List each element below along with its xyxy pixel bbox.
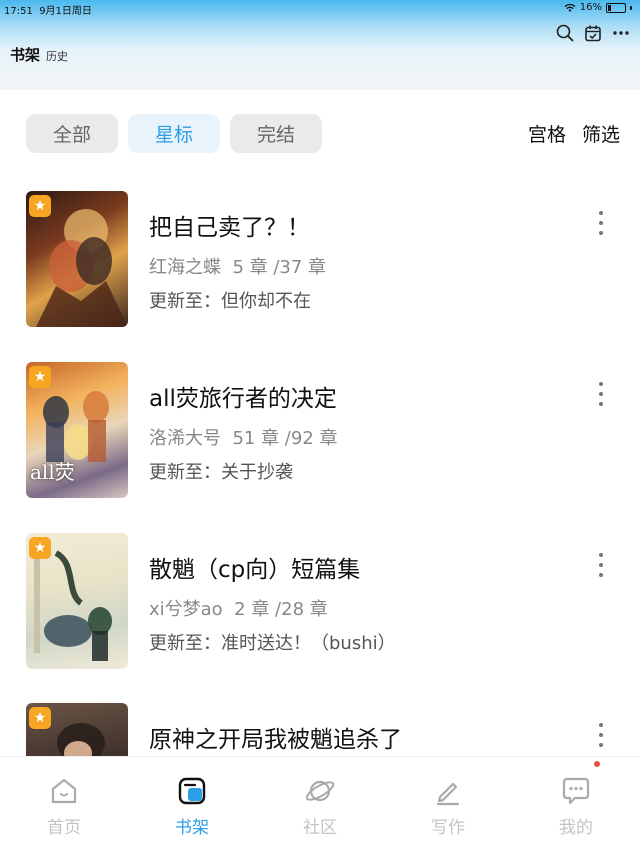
tab-finished[interactable]: 完结 [230,114,322,153]
cover-title-text: all荧 [30,460,75,484]
page-title[interactable]: 书架 [10,44,40,65]
nav-write-label: 写作 [431,818,465,838]
book-cover[interactable]: ★ [26,533,128,669]
nav-home[interactable]: 首页 [0,757,128,853]
update-chapter: 关于抄袭 [221,462,293,483]
more-vertical-icon[interactable] [596,382,606,406]
book-update: 更新至：但你却不在 [149,287,311,313]
status-clock: 17:51 [4,6,33,17]
update-chapter: 准时送达！（bushi） [221,633,396,654]
status-bar: 17:51 9月1日周日 16% [0,0,640,17]
chat-icon [562,777,590,805]
list-item[interactable]: all荧 ★ all荧旅行者的决定 洛浠大号 51 章 /92 章 更新至：关于… [0,362,640,502]
book-author: 红海之蝶 [149,257,221,278]
calendar-icon[interactable] [584,24,602,42]
search-icon[interactable] [556,24,574,42]
bookshelf-icon [178,777,206,805]
book-meta: 红海之蝶 5 章 /37 章 [149,253,326,279]
nav-bookshelf[interactable]: 书架 [128,757,256,853]
history-link[interactable]: 历史 [46,48,68,64]
list-item[interactable]: ★ 把自己卖了？！ 红海之蝶 5 章 /37 章 更新至：但你却不在 [0,191,640,331]
status-right: 16% [564,2,632,13]
view-tools: 宫格 筛选 [528,120,620,147]
book-update: 更新至：准时送达！（bushi） [149,629,396,655]
battery-percent: 16% [579,2,602,13]
nav-community-label: 社区 [303,818,337,838]
star-badge-icon: ★ [29,195,51,217]
more-vertical-icon[interactable] [596,211,606,235]
header-icons [556,24,630,42]
book-meta: xi兮梦ao 2 章 /28 章 [149,595,328,621]
book-cover[interactable]: all荧 ★ [26,362,128,498]
notification-dot [594,761,600,767]
list-item[interactable]: ★ 原神之开局我被魈追杀了 [0,703,640,756]
title-row: 书架 历史 [10,44,68,65]
book-title[interactable]: all荧旅行者的决定 [149,379,337,413]
book-title[interactable]: 原神之开局我被魈追杀了 [149,720,402,754]
tab-all[interactable]: 全部 [26,114,118,153]
planet-icon [305,780,335,802]
book-list: ★ 把自己卖了？！ 红海之蝶 5 章 /37 章 更新至：但你却不在 all荧 … [0,191,640,756]
update-prefix: 更新至： [149,462,221,483]
tab-starred[interactable]: 星标 [128,114,220,153]
book-cover[interactable]: ★ [26,703,128,756]
more-icon[interactable] [612,24,630,42]
status-time: 17:51 9月1日周日 [4,2,92,17]
update-chapter: 但你却不在 [221,291,311,312]
book-author: xi兮梦ao [149,599,223,620]
book-progress: 5 章 /37 章 [232,257,327,278]
nav-home-label: 首页 [47,818,81,838]
star-badge-icon: ★ [29,366,51,388]
nav-profile[interactable]: 我的 [512,757,640,853]
nav-profile-label: 我的 [559,818,593,838]
filter-button[interactable]: 筛选 [582,120,620,147]
update-prefix: 更新至： [149,633,221,654]
update-prefix: 更新至： [149,291,221,312]
grid-view-button[interactable]: 宫格 [528,120,566,147]
header: 17:51 9月1日周日 16% 书架 历史 [0,0,640,90]
star-badge-icon: ★ [29,707,51,729]
nav-community[interactable]: 社区 [256,757,384,853]
book-cover[interactable]: ★ [26,191,128,327]
more-vertical-icon[interactable] [596,553,606,577]
book-progress: 2 章 /28 章 [234,599,328,620]
book-progress: 51 章 /92 章 [232,428,338,449]
book-meta: 洛浠大号 51 章 /92 章 [149,424,338,450]
star-badge-icon: ★ [29,537,51,559]
bottom-nav: 首页 书架 社区 写作 我的 [0,756,640,853]
book-author: 洛浠大号 [149,428,221,449]
status-date: 9月1日周日 [39,6,92,17]
pen-icon [436,782,460,806]
wifi-icon [564,3,576,12]
nav-bookshelf-label: 书架 [175,818,209,838]
battery-tip [630,5,632,10]
list-item[interactable]: ★ 散魈（cp向）短篇集 xi兮梦ao 2 章 /28 章 更新至：准时送达！（… [0,533,640,673]
battery-icon [606,2,626,13]
book-title[interactable]: 散魈（cp向）短篇集 [149,550,360,584]
nav-write[interactable]: 写作 [384,757,512,853]
more-vertical-icon[interactable] [596,723,606,747]
book-title[interactable]: 把自己卖了？！ [149,208,310,242]
filter-tabs: 全部 星标 完结 [26,114,322,153]
home-icon [51,778,77,804]
book-update: 更新至：关于抄袭 [149,458,293,484]
